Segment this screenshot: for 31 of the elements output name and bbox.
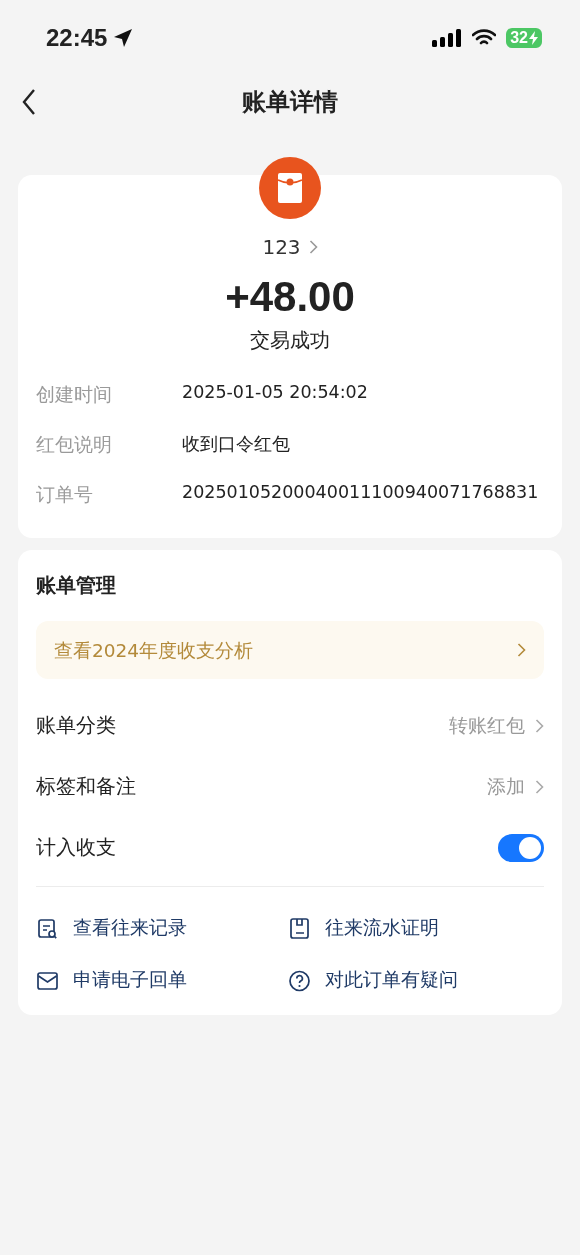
transaction-status: 交易成功	[250, 327, 330, 354]
location-arrow-icon	[113, 28, 134, 48]
amount: +48.00	[225, 273, 355, 321]
action-link[interactable]: 对此订单有疑问	[288, 967, 544, 993]
detail-value: 20250105200040011100940071768831	[182, 482, 539, 504]
action-link[interactable]: 往来流水证明	[288, 915, 544, 941]
action-link[interactable]: 申请电子回单	[36, 967, 288, 993]
wifi-icon	[472, 29, 497, 47]
battery-indicator: 32	[506, 28, 542, 48]
row-label: 账单分类	[36, 713, 116, 739]
section-title: 账单管理	[36, 572, 117, 599]
help-icon	[288, 968, 311, 992]
chevron-right-icon	[535, 717, 544, 734]
row-label: 标签和备注	[36, 774, 136, 800]
status-time: 22:45	[46, 24, 108, 52]
detail-label: 创建时间	[36, 382, 113, 407]
detail-label: 订单号	[36, 482, 94, 507]
page-title: 账单详情	[242, 87, 338, 118]
chevron-right-icon	[308, 239, 318, 255]
detail-value: 收到口令红包	[182, 433, 290, 456]
chevron-right-icon	[517, 642, 526, 658]
payer-link[interactable]: 123	[262, 235, 318, 259]
signal-icon	[432, 28, 463, 48]
search-list-icon	[36, 916, 59, 940]
row-label: 计入收支	[36, 835, 116, 861]
detail-value: 2025-01-05 20:54:02	[182, 382, 368, 404]
detail-label: 红包说明	[36, 432, 113, 457]
toggle-switch[interactable]	[498, 833, 544, 862]
action-link[interactable]: 查看往来记录	[36, 915, 288, 941]
chevron-right-icon	[535, 778, 544, 795]
document-icon	[288, 916, 311, 940]
